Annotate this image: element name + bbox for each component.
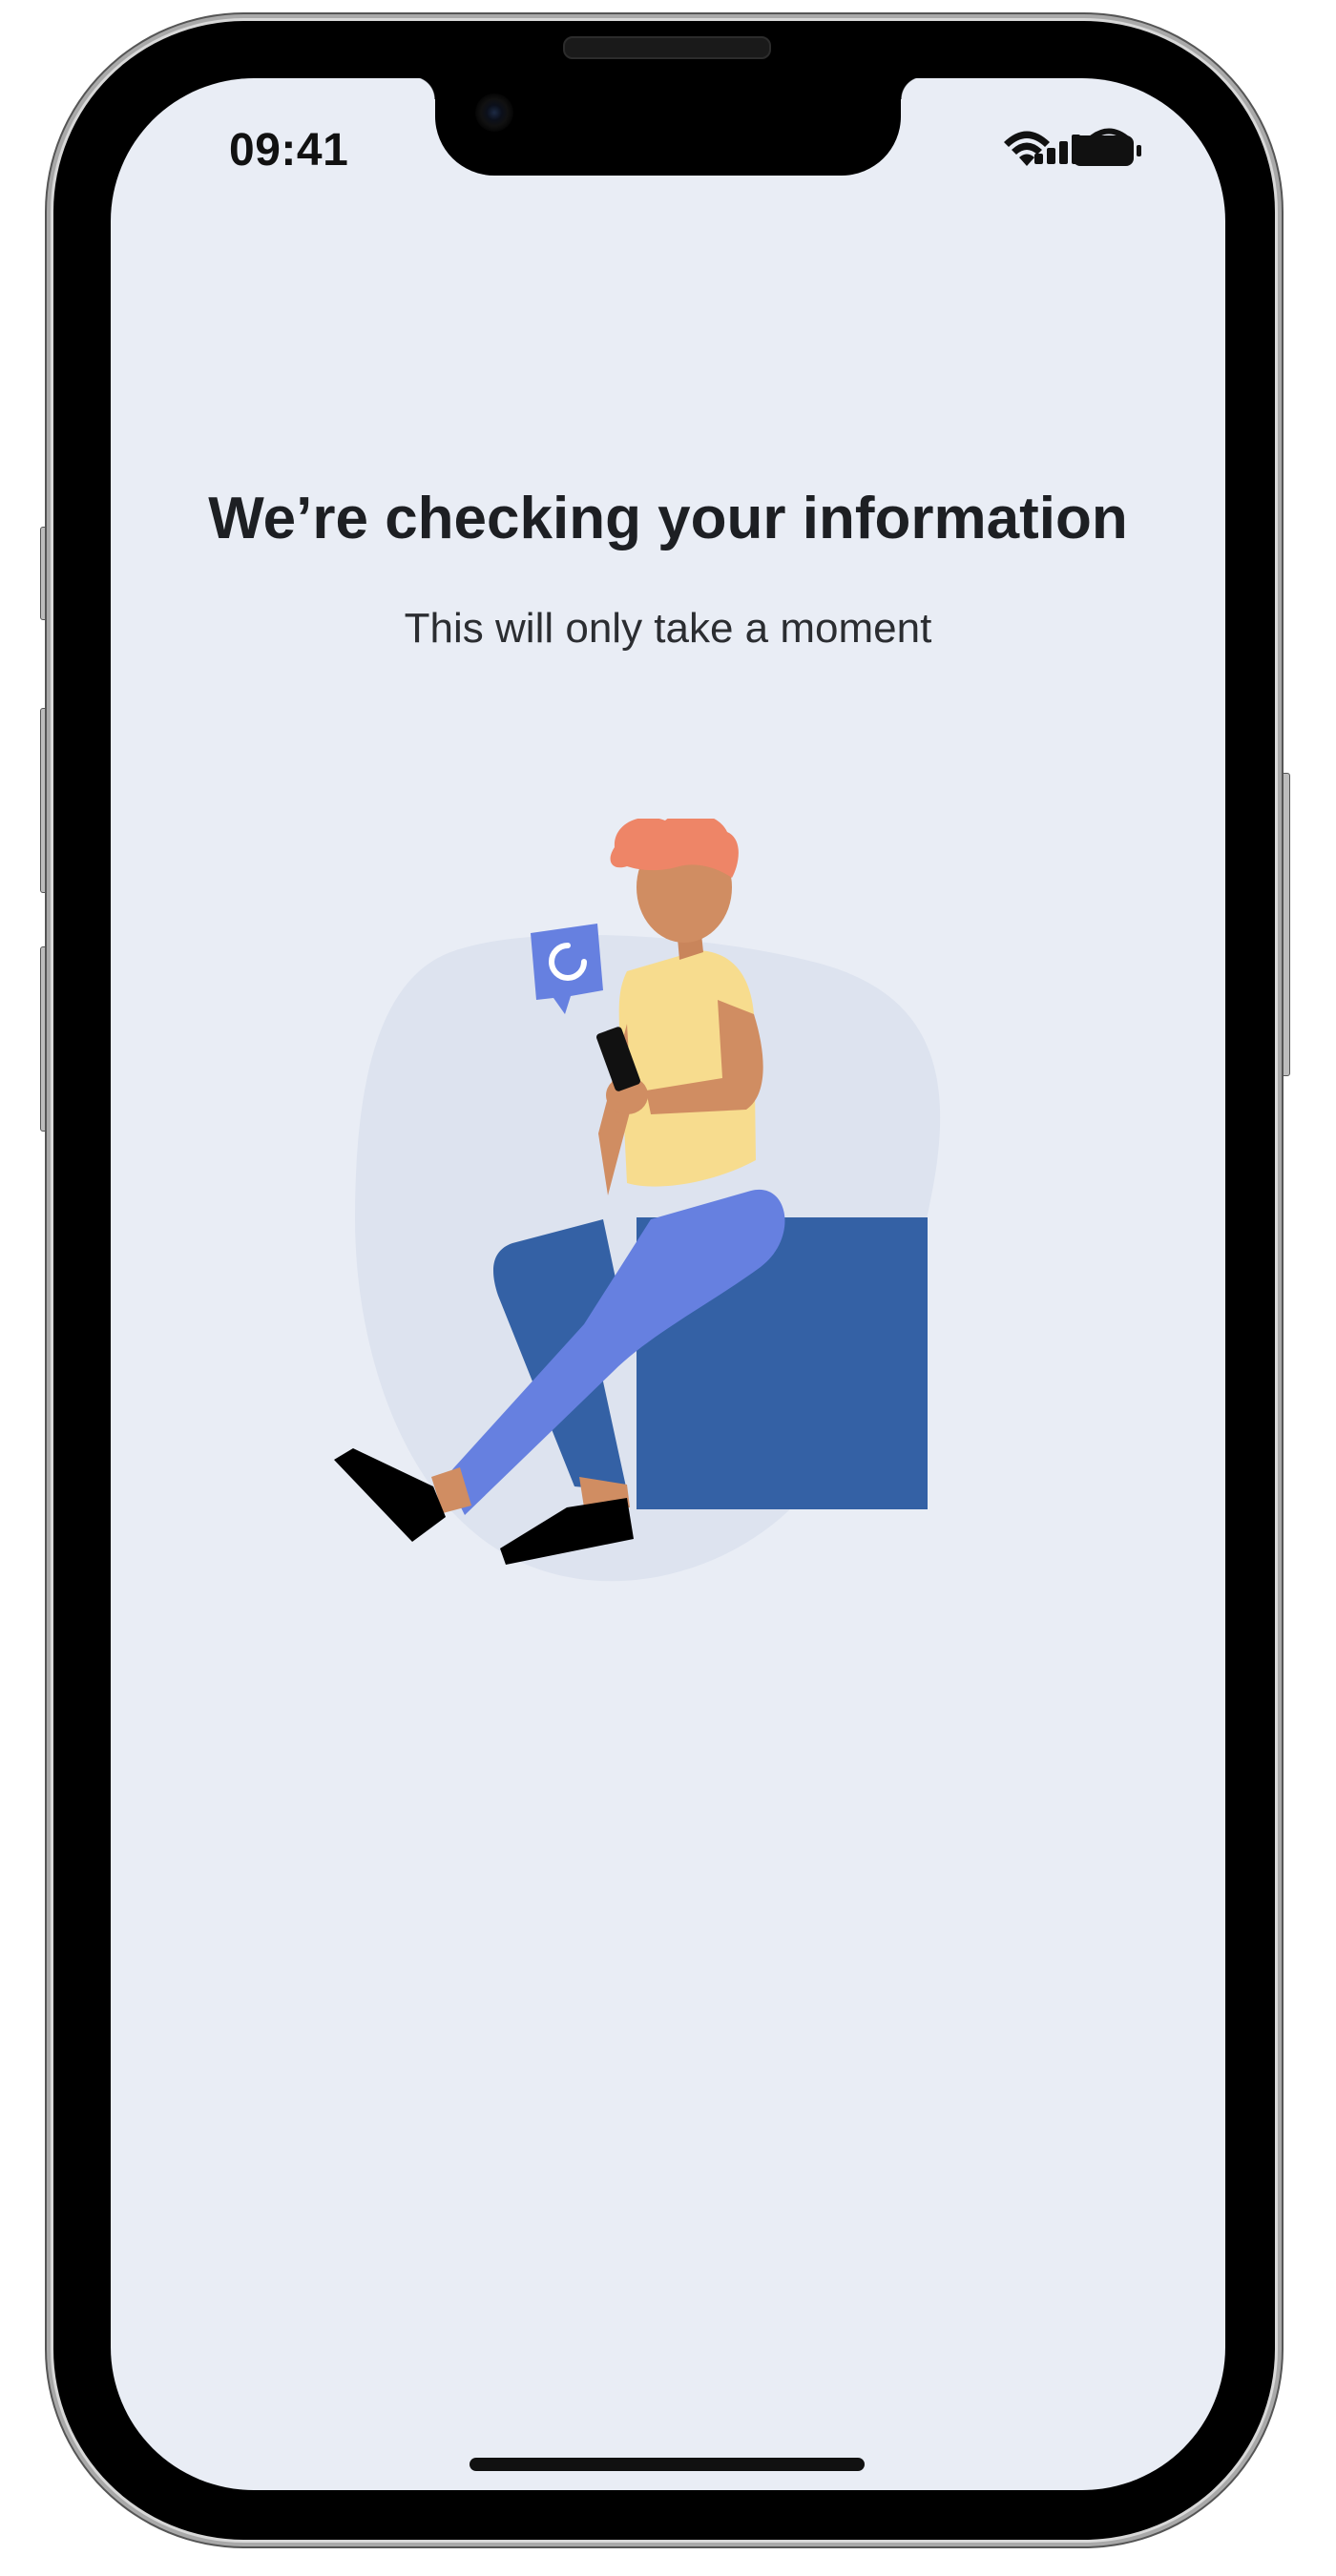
home-indicator[interactable] — [470, 2458, 865, 2471]
silent-switch — [40, 527, 52, 620]
screen: 09:41 We’re checking your information Th… — [111, 78, 1225, 2490]
volume-up-button — [40, 708, 52, 893]
wifi-icon — [1004, 131, 1050, 166]
battery-icon — [1073, 135, 1141, 166]
status-time: 09:41 — [229, 125, 349, 176]
volume-down-button — [40, 946, 52, 1132]
page-subtitle: This will only take a moment — [404, 605, 932, 652]
front-camera-icon — [475, 93, 513, 132]
status-right-icons — [1004, 131, 1141, 166]
power-button — [1279, 773, 1290, 1076]
person-on-phone-illustration — [334, 819, 941, 1582]
earpiece-speaker — [563, 36, 771, 59]
device-mockup: 09:41 We’re checking your information Th… — [0, 0, 1336, 2576]
page-title: We’re checking your information — [208, 486, 1128, 551]
